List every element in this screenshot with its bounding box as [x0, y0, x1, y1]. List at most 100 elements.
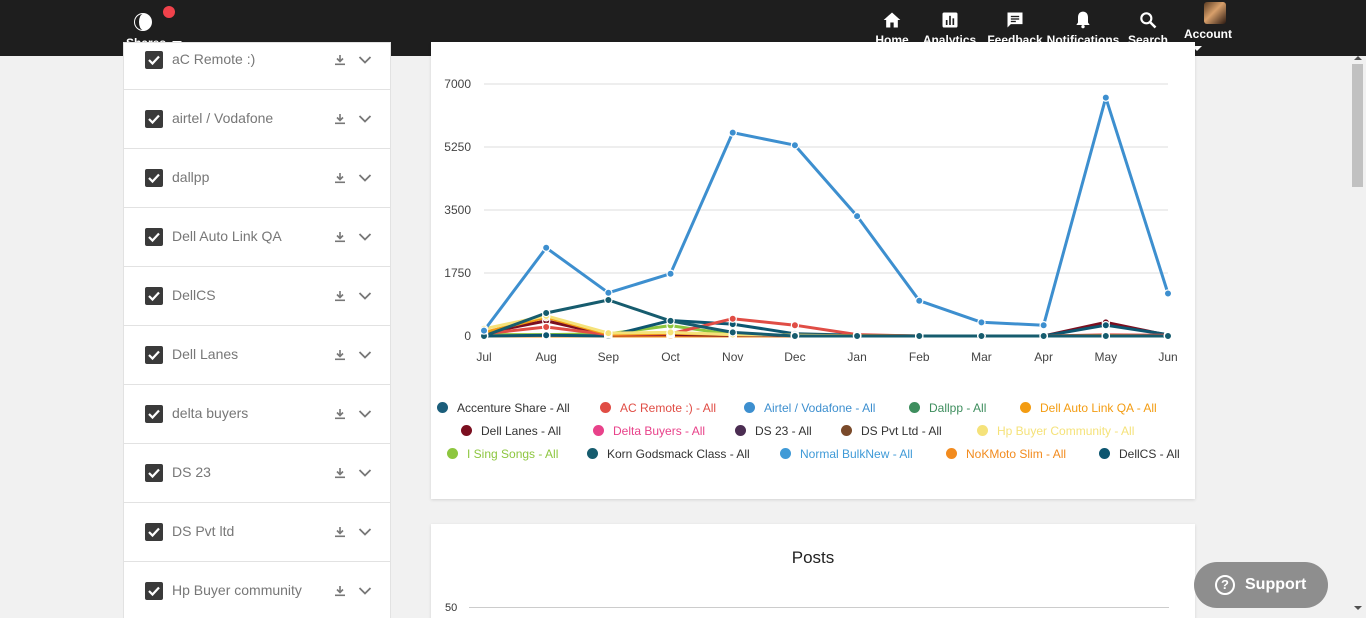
- data-point: [1039, 321, 1048, 330]
- data-point: [790, 321, 800, 330]
- data-point: [1163, 289, 1173, 298]
- x-tick-label: Mar: [971, 350, 992, 364]
- chevron-down-icon[interactable]: [358, 55, 372, 65]
- chevron-down-icon[interactable]: [358, 232, 372, 242]
- legend-item[interactable]: Dallpp - All: [909, 401, 986, 415]
- x-tick-label: Aug: [536, 350, 557, 364]
- download-icon[interactable]: [334, 408, 346, 420]
- share-checkbox[interactable]: [145, 346, 163, 364]
- chevron-down-icon[interactable]: [358, 586, 372, 596]
- chevron-down-icon[interactable]: [358, 468, 372, 478]
- share-row: delta buyers: [124, 385, 390, 444]
- data-point: [541, 322, 551, 332]
- legend-swatch: [461, 425, 472, 436]
- data-point: [728, 128, 737, 137]
- share-checkbox[interactable]: [145, 110, 163, 128]
- download-icon[interactable]: [334, 231, 346, 243]
- data-point: [1039, 331, 1048, 341]
- data-point: [666, 328, 675, 337]
- page-scrollbar[interactable]: [1349, 56, 1366, 618]
- x-tick-label: Oct: [661, 350, 680, 364]
- chevron-down-icon[interactable]: [358, 409, 372, 419]
- legend-item[interactable]: AC Remote :) - All: [600, 401, 716, 415]
- legend-item[interactable]: NoKMoto Slim - All: [946, 447, 1066, 461]
- download-icon[interactable]: [334, 54, 346, 66]
- data-point: [728, 314, 737, 323]
- legend-item[interactable]: Delta Buyers - All: [593, 424, 705, 438]
- legend-swatch: [593, 425, 604, 436]
- data-point: [666, 269, 675, 278]
- legend-label: DS Pvt Ltd - All: [861, 424, 942, 438]
- legend-item[interactable]: Accenture Share - All: [437, 401, 570, 415]
- scrollbar-thumb[interactable]: [1352, 64, 1363, 187]
- checkmark-icon: [148, 232, 160, 243]
- legend-item[interactable]: DellCS - All: [1099, 447, 1180, 461]
- support-label: Support: [1245, 576, 1307, 593]
- download-icon[interactable]: [334, 290, 346, 302]
- data-point: [541, 243, 551, 252]
- share-row: DellCS: [124, 267, 390, 326]
- data-point: [728, 328, 737, 337]
- legend-swatch: [744, 402, 755, 413]
- legend-item[interactable]: Dell Lanes - All: [461, 424, 561, 438]
- legend-swatch: [909, 402, 920, 413]
- y-tick-label: 0: [464, 329, 471, 343]
- share-checkbox[interactable]: [145, 464, 163, 482]
- chevron-down-icon[interactable]: [358, 527, 372, 537]
- legend-label: I Sing Songs - All: [467, 447, 559, 461]
- legend-item[interactable]: Hp Buyer Community - All: [977, 424, 1134, 438]
- data-point: [1101, 321, 1111, 330]
- chevron-down-icon[interactable]: [358, 173, 372, 183]
- share-row: DS 23: [124, 444, 390, 503]
- download-icon[interactable]: [334, 113, 346, 125]
- avatar: [1204, 1, 1226, 24]
- scroll-down-arrow-icon[interactable]: [1354, 606, 1362, 610]
- legend-item[interactable]: DS 23 - All: [735, 424, 812, 438]
- share-checkbox[interactable]: [145, 405, 163, 423]
- legend-item[interactable]: DS Pvt Ltd - All: [841, 424, 942, 438]
- share-checkbox[interactable]: [145, 169, 163, 187]
- support-button[interactable]: ? Support: [1194, 562, 1328, 608]
- legend-item[interactable]: Normal BulkNew - All: [780, 447, 913, 461]
- download-icon[interactable]: [334, 172, 346, 184]
- share-row: Dell Lanes: [124, 326, 390, 385]
- legend-swatch: [735, 425, 746, 436]
- analytics-chart-card: 7000 5250 3500 1750 0 Jul Aug Sep Oct Nov Dec Jan Fe…: [431, 42, 1195, 499]
- legend-swatch: [946, 448, 957, 459]
- data-point: [604, 295, 613, 305]
- data-point: [1163, 331, 1173, 341]
- legend-swatch: [841, 425, 852, 436]
- scroll-up-arrow-icon[interactable]: [1354, 56, 1362, 60]
- data-point: [790, 331, 800, 341]
- chevron-down-icon[interactable]: [358, 291, 372, 301]
- checkmark-icon: [148, 55, 160, 66]
- download-icon[interactable]: [334, 585, 346, 597]
- legend-item[interactable]: Dell Auto Link QA - All: [1020, 401, 1157, 415]
- share-checkbox[interactable]: [145, 523, 163, 541]
- legend-item[interactable]: Korn Godsmack Class - All: [587, 447, 750, 461]
- checkmark-icon: [148, 586, 160, 597]
- legend-label: Accenture Share - All: [457, 401, 570, 415]
- share-checkbox[interactable]: [145, 228, 163, 246]
- data-point: [666, 316, 675, 326]
- checkmark-icon: [148, 468, 160, 479]
- search-icon: [1140, 11, 1157, 28]
- legend-swatch: [977, 425, 988, 436]
- download-icon[interactable]: [334, 467, 346, 479]
- legend-label: Hp Buyer Community - All: [997, 424, 1135, 438]
- download-icon[interactable]: [334, 526, 346, 538]
- chevron-down-icon[interactable]: [358, 114, 372, 124]
- share-checkbox[interactable]: [145, 51, 163, 69]
- legend-swatch: [447, 448, 458, 459]
- data-point: [479, 326, 489, 335]
- legend-item[interactable]: Airtel / Vodafone - All: [744, 401, 875, 415]
- share-checkbox[interactable]: [145, 287, 163, 305]
- download-icon[interactable]: [334, 349, 346, 361]
- chevron-down-icon[interactable]: [358, 350, 372, 360]
- legend-item[interactable]: I Sing Songs - All: [447, 447, 558, 461]
- share-checkbox[interactable]: [145, 582, 163, 600]
- share-name: aC Remote :): [172, 51, 256, 67]
- checkmark-icon: [148, 409, 160, 420]
- shares-list: aC Remote :) airtel / Vodafone dallpp Dell …: [123, 42, 391, 618]
- x-tick-label: Sep: [598, 350, 620, 364]
